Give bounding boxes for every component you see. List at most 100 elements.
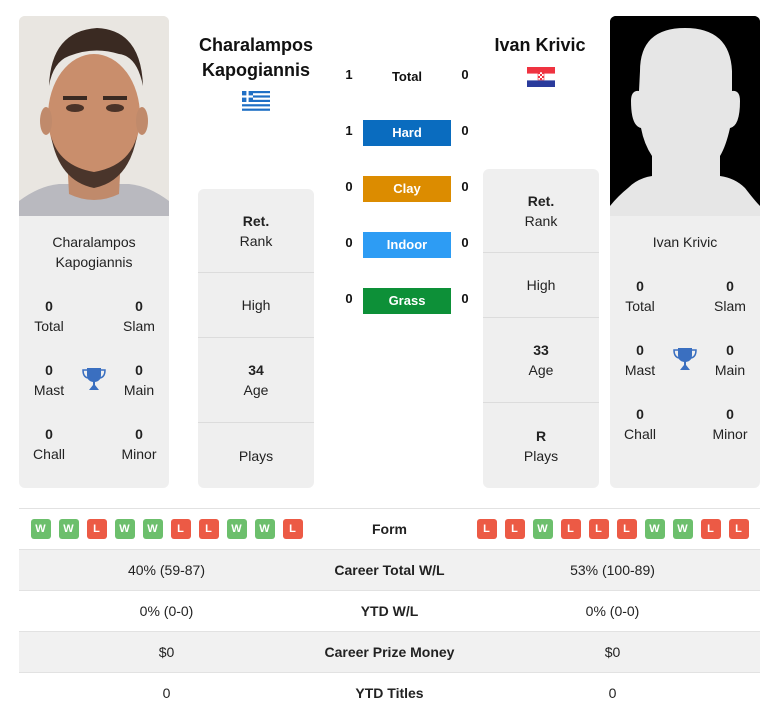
plays-label: Plays bbox=[523, 447, 559, 464]
player1-first-name: Charalampos bbox=[198, 35, 314, 55]
form-loss-badge[interactable]: L bbox=[86, 519, 107, 539]
form-loss-badge[interactable]: L bbox=[616, 519, 637, 539]
player2-name-heading[interactable]: Ivan Krivic bbox=[476, 33, 604, 58]
player1-form: WWLWWLLWWL bbox=[19, 519, 314, 539]
h2h-hard-p2: 0 bbox=[461, 123, 469, 138]
form-win-badge[interactable]: W bbox=[58, 519, 79, 539]
surface-grass-badge: Grass bbox=[363, 288, 451, 314]
player2-titles-main: 0 Main bbox=[700, 340, 760, 380]
form-loss-badge[interactable]: L bbox=[700, 519, 721, 539]
player1-card-name-first: Charalampos bbox=[52, 234, 136, 250]
form-row: WWLWWLLWWL Form LLWLLLWWLL bbox=[19, 508, 760, 549]
form-win-badge[interactable]: W bbox=[254, 519, 275, 539]
greece-flag-icon bbox=[242, 91, 270, 111]
stat-value: 0 bbox=[726, 342, 734, 358]
form-loss-badge[interactable]: L bbox=[588, 519, 609, 539]
form-win-badge[interactable]: W bbox=[532, 519, 553, 539]
stat-label: Minor bbox=[712, 426, 748, 442]
row-label: Career Total W/L bbox=[334, 562, 445, 578]
stat-label: Main bbox=[123, 382, 155, 398]
placeholder-silhouette-icon bbox=[610, 16, 760, 216]
plays-label: Plays bbox=[238, 447, 274, 464]
h2h-indoor-p1: 0 bbox=[345, 235, 353, 250]
player1-name-heading[interactable]: Charalampos Kapogiannis bbox=[190, 33, 322, 83]
high-label: High bbox=[241, 297, 271, 313]
stat-value: 0 bbox=[726, 278, 734, 294]
table-row: $0 Career Prize Money $0 bbox=[19, 631, 760, 672]
form-win-badge[interactable]: W bbox=[142, 519, 163, 539]
h2h-grass-p1: 0 bbox=[345, 291, 353, 306]
player1-titles-minor: 0 Minor bbox=[109, 424, 169, 464]
form-win-badge[interactable]: W bbox=[226, 519, 247, 539]
form-loss-badge[interactable]: L bbox=[282, 519, 303, 539]
player1-value: $0 bbox=[158, 644, 175, 660]
stat-label: Main bbox=[714, 362, 746, 378]
table-row: 40% (59-87) Career Total W/L 53% (100-89… bbox=[19, 549, 760, 590]
stat-label: Total bbox=[34, 318, 64, 334]
player1-info-card: Charalampos Kapogiannis 0 Total 0 Slam 0… bbox=[19, 216, 169, 488]
player2-titles-slam: 0 Slam bbox=[700, 276, 760, 316]
age-label: Age bbox=[528, 362, 554, 378]
surface-indoor-badge: Indoor bbox=[363, 232, 451, 258]
stat-value: 0 bbox=[45, 362, 53, 378]
player1-titles-mast: 0 Mast bbox=[19, 360, 79, 400]
form-win-badge[interactable]: W bbox=[672, 519, 693, 539]
player1-last-name: Kapogiannis bbox=[201, 60, 310, 80]
form-loss-badge[interactable]: L bbox=[170, 519, 191, 539]
stat-label: Chall bbox=[33, 446, 65, 462]
row-label: Career Prize Money bbox=[324, 644, 455, 660]
stat-label: Total bbox=[625, 298, 655, 314]
stat-value: 0 bbox=[135, 362, 143, 378]
table-row: 0 YTD Titles 0 bbox=[19, 672, 760, 713]
h2h-total-p2: 0 bbox=[461, 67, 469, 82]
player1-card-name-last: Kapogiannis bbox=[55, 254, 133, 270]
player1-value: 0% (0-0) bbox=[139, 603, 194, 619]
stat-label: Slam bbox=[123, 318, 155, 334]
trophy-icon bbox=[81, 366, 107, 392]
form-loss-badge[interactable]: L bbox=[504, 519, 525, 539]
form-win-badge[interactable]: W bbox=[114, 519, 135, 539]
player1-titles-main: 0 Main bbox=[109, 360, 169, 400]
form-win-badge[interactable]: W bbox=[30, 519, 51, 539]
age-value: 33 bbox=[533, 342, 549, 358]
h2h-clay-p1: 0 bbox=[345, 179, 353, 194]
player2-titles-minor: 0 Minor bbox=[700, 404, 760, 444]
age-value: 34 bbox=[248, 362, 264, 378]
h2h-indoor-p2: 0 bbox=[461, 235, 469, 250]
h2h-clay-p2: 0 bbox=[461, 179, 469, 194]
surface-clay-badge: Clay bbox=[363, 176, 451, 202]
plays-value: R bbox=[535, 427, 547, 444]
player1-plays: Plays bbox=[198, 423, 314, 488]
stat-label: Mast bbox=[624, 362, 656, 378]
player2-plays: R Plays bbox=[483, 403, 599, 488]
table-row: 0% (0-0) YTD W/L 0% (0-0) bbox=[19, 590, 760, 631]
player2-card-name: Ivan Krivic bbox=[652, 234, 718, 250]
stat-value: 0 bbox=[636, 278, 644, 294]
h2h-grass-p2: 0 bbox=[461, 291, 469, 306]
player1-age: 34 Age bbox=[198, 338, 314, 423]
surface-hard-badge: Hard bbox=[363, 120, 451, 146]
player2-titles-total: 0 Total bbox=[610, 276, 670, 316]
h2h-hard-p1: 1 bbox=[345, 123, 353, 138]
stat-label: Slam bbox=[714, 298, 746, 314]
stat-label: Chall bbox=[624, 426, 656, 442]
stat-value: 0 bbox=[636, 406, 644, 422]
form-win-badge[interactable]: W bbox=[644, 519, 665, 539]
player2-age: 33 Age bbox=[483, 318, 599, 403]
form-loss-badge[interactable]: L bbox=[476, 519, 497, 539]
stat-value: 0 bbox=[135, 298, 143, 314]
croatia-flag-icon bbox=[527, 67, 555, 87]
player2-rank-card: Ret. Rank High 33 Age R Plays bbox=[483, 169, 599, 488]
form-loss-badge[interactable]: L bbox=[728, 519, 749, 539]
form-loss-badge[interactable]: L bbox=[198, 519, 219, 539]
stat-value: 0 bbox=[726, 406, 734, 422]
player2-high: High bbox=[483, 253, 599, 318]
player2-value: $0 bbox=[604, 644, 621, 660]
rank-value: Ret. bbox=[527, 192, 555, 209]
form-loss-badge[interactable]: L bbox=[560, 519, 581, 539]
row-label: YTD Titles bbox=[355, 685, 424, 701]
player2-titles-mast: 0 Mast bbox=[610, 340, 670, 380]
player1-rank: Ret. Rank bbox=[198, 189, 314, 273]
h2h-total-label: Total bbox=[391, 69, 423, 84]
player1-value: 40% (59-87) bbox=[127, 562, 206, 578]
